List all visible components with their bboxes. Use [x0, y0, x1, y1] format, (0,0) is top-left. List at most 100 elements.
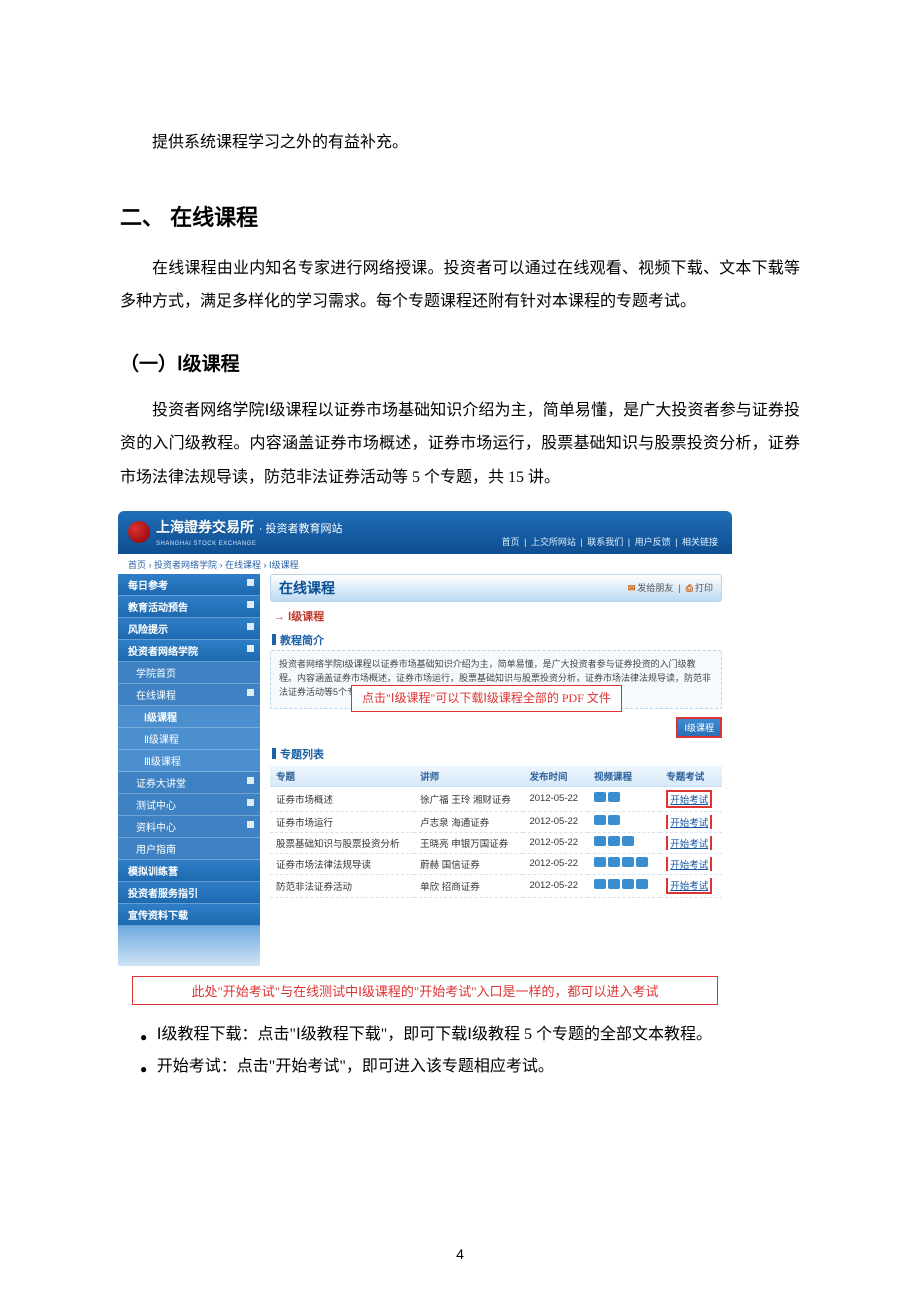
breadcrumb: 首页 › 投资者网络学院 › 在线课程 › Ⅰ级课程 [118, 554, 732, 574]
cell-video[interactable] [588, 853, 660, 874]
th-video: 视频课程 [588, 766, 660, 787]
bullet-start-exam: 开始考试：点击"开始考试"，即可进入该专题相应考试。 [157, 1051, 800, 1083]
start-exam-link[interactable]: 开始考试 [670, 815, 708, 829]
video-chip-icon[interactable] [594, 857, 606, 867]
level1-course-paragraph: 投资者网络学院Ⅰ级课程以证券市场基础知识介绍为主，简单易懂，是广大投资者参与证券… [120, 394, 800, 495]
th-topic: 专题 [270, 766, 414, 787]
sidebar-item-risk[interactable]: 风险提示 [118, 618, 260, 640]
toplink-contact[interactable]: 联系我们 [587, 537, 623, 547]
expand-icon [247, 623, 254, 630]
download-level1-button[interactable]: Ⅰ级课程 [676, 717, 722, 738]
toplink-sse[interactable]: 上交所网站 [531, 537, 576, 547]
course-table: 专题 讲师 发布时间 视频课程 专题考试 证券市场概述徐广福 王玲 湘财证券20… [270, 766, 722, 898]
sidebar-sub-material[interactable]: 资料中心 [118, 816, 260, 838]
sidebar-item-sim[interactable]: 模拟训练营 [118, 860, 260, 882]
mail-icon: ✉ [628, 583, 636, 593]
site-brand-en: SHANGHAI STOCK EXCHANGE [156, 541, 256, 547]
bullet-list: Ⅰ级教程下载：点击"Ⅰ级教程下载"，即可下载Ⅰ级教程 5 个专题的全部文本教程。… [120, 1019, 800, 1083]
toplink-home[interactable]: 首页 [502, 537, 520, 547]
start-exam-link[interactable]: 开始考试 [670, 857, 708, 871]
sidebar-sub-level2[interactable]: Ⅱ级课程 [118, 728, 260, 750]
annotation-pdf-download: 点击"Ⅰ级课程"可以下载Ⅰ级课程全部的 PDF 文件 [351, 685, 622, 712]
video-chip-icon[interactable] [594, 879, 606, 889]
cell-exam: 开始考试 [660, 832, 722, 853]
cell-date: 2012-05-22 [523, 786, 587, 811]
sse-logo-icon [128, 521, 150, 543]
action-send[interactable]: 发给朋友 [637, 583, 673, 593]
video-chip-icon[interactable] [608, 836, 620, 846]
cell-date: 2012-05-22 [523, 811, 587, 832]
cell-exam: 开始考试 [660, 853, 722, 874]
cell-lecturer: 单欣 招商证券 [414, 874, 523, 897]
sidebar-sub-home[interactable]: 学院首页 [118, 662, 260, 684]
video-chip-icon[interactable] [608, 815, 620, 825]
video-chip-icon[interactable] [636, 857, 648, 867]
cell-date: 2012-05-22 [523, 832, 587, 853]
start-exam-link[interactable]: 开始考试 [670, 836, 708, 850]
site-brand-cn: 上海證券交易所 [156, 519, 254, 535]
top-link-bar: 首页 | 上交所网站 | 联系我们 | 用户反馈 | 相关链接 [500, 535, 720, 548]
sidebar-item-download[interactable]: 宣传资料下载 [118, 904, 260, 926]
section-intro-title: 教程简介 [272, 632, 722, 648]
heading-level1-course: （一）Ⅰ级课程 [120, 349, 800, 376]
th-exam: 专题考试 [660, 766, 722, 787]
cell-lecturer: 卢志泉 海通证券 [414, 811, 523, 832]
video-chip-icon[interactable] [608, 879, 620, 889]
sidebar-item-daily[interactable]: 每日参考 [118, 574, 260, 596]
th-lecturer: 讲师 [414, 766, 523, 787]
bullet-download: Ⅰ级教程下载：点击"Ⅰ级教程下载"，即可下载Ⅰ级教程 5 个专题的全部文本教程。 [157, 1019, 800, 1051]
sidebar-sub-test[interactable]: 测试中心 [118, 794, 260, 816]
expand-icon [247, 601, 254, 608]
video-chip-icon[interactable] [622, 879, 634, 889]
cell-lecturer: 蔚赫 国信证券 [414, 853, 523, 874]
screenshot-figure: 上海證券交易所 · 投资者教育网站 SHANGHAI STOCK EXCHANG… [118, 511, 732, 1005]
cell-exam: 开始考试 [660, 811, 722, 832]
sidebar-sub-lecture[interactable]: 证券大讲堂 [118, 772, 260, 794]
toplink-related[interactable]: 相关链接 [682, 537, 718, 547]
video-chip-icon[interactable] [622, 857, 634, 867]
cell-topic[interactable]: 证券市场概述 [270, 786, 414, 811]
table-row: 证券市场法律法规导读蔚赫 国信证券2012-05-22 开始考试 [270, 853, 722, 874]
cell-topic[interactable]: 证券市场法律法规导读 [270, 853, 414, 874]
intro-continuation: 提供系统课程学习之外的有益补充。 [120, 126, 800, 160]
course-intro-box: 投资者网络学院Ⅰ级课程以证券市场基础知识介绍为主，简单易懂，是广大投资者参与证券… [270, 650, 722, 709]
section-list-title: 专题列表 [272, 746, 722, 762]
start-exam-link[interactable]: 开始考试 [670, 878, 708, 892]
expand-icon [247, 821, 254, 828]
video-chip-icon[interactable] [608, 792, 620, 802]
toplink-feedback[interactable]: 用户反馈 [635, 537, 671, 547]
sidebar-sub-level1[interactable]: Ⅰ级课程 [118, 706, 260, 728]
main-title: 在线课程 [279, 578, 335, 598]
start-exam-link[interactable]: 开始考试 [670, 792, 708, 806]
cell-exam: 开始考试 [660, 874, 722, 897]
sidebar-item-academy[interactable]: 投资者网络学院 [118, 640, 260, 662]
site-subtitle: · 投资者教育网站 [259, 523, 343, 535]
cell-topic[interactable]: 股票基础知识与股票投资分析 [270, 832, 414, 853]
current-course-label: → Ⅰ级课程 [274, 608, 722, 624]
cell-lecturer: 王晓亮 申银万国证券 [414, 832, 523, 853]
video-chip-icon[interactable] [636, 879, 648, 889]
cell-date: 2012-05-22 [523, 853, 587, 874]
cell-topic[interactable]: 证券市场运行 [270, 811, 414, 832]
sidebar-sub-guide[interactable]: 用户指南 [118, 838, 260, 860]
section2-paragraph: 在线课程由业内知名专家进行网络授课。投资者可以通过在线观看、视频下载、文本下载等… [120, 252, 800, 319]
video-chip-icon[interactable] [594, 815, 606, 825]
action-print[interactable]: 打印 [695, 583, 713, 593]
table-row: 防范非法证券活动单欣 招商证券2012-05-22开始考试 [270, 874, 722, 897]
sidebar-item-service[interactable]: 投资者服务指引 [118, 882, 260, 904]
expand-icon [247, 777, 254, 784]
expand-icon [247, 645, 254, 652]
cell-video[interactable] [588, 874, 660, 897]
cell-video[interactable] [588, 811, 660, 832]
cell-topic[interactable]: 防范非法证券活动 [270, 874, 414, 897]
sidebar-item-events[interactable]: 教育活动预告 [118, 596, 260, 618]
sidebar-sub-online[interactable]: 在线课程 [118, 684, 260, 706]
video-chip-icon[interactable] [608, 857, 620, 867]
video-chip-icon[interactable] [594, 792, 606, 802]
sidebar-sub-level3[interactable]: Ⅲ级课程 [118, 750, 260, 772]
main-panel: 在线课程 ✉发给朋友 | ⎙打印 → Ⅰ级课程 教程简介 投资者网络学院Ⅰ级课程… [260, 574, 732, 966]
cell-video[interactable] [588, 786, 660, 811]
video-chip-icon[interactable] [594, 836, 606, 846]
cell-video[interactable] [588, 832, 660, 853]
video-chip-icon[interactable] [622, 836, 634, 846]
